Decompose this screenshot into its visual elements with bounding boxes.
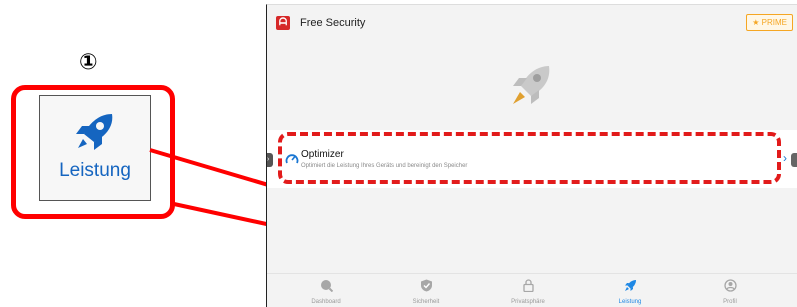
rocket-icon xyxy=(70,112,118,159)
title-bar: ᗩ Free Security ★ PRIME xyxy=(267,5,797,39)
optimizer-highlight-frame xyxy=(278,132,781,184)
hero-rocket-icon xyxy=(505,64,553,115)
nav-tab-dashboard[interactable]: Dashboard xyxy=(286,274,366,307)
nav-tab-leistung[interactable]: Leistung xyxy=(590,274,670,307)
rocket-icon xyxy=(624,279,637,297)
user-icon xyxy=(724,279,737,297)
magnifier-icon xyxy=(320,279,334,297)
nav-label: Dashboard xyxy=(311,299,341,305)
side-handle-right[interactable] xyxy=(791,153,797,167)
bottom-navigation: Dashboard Sicherheit Privatsphäre Leistu… xyxy=(267,273,797,307)
app-window: ᗩ Free Security ★ PRIME › Optimizer Opti… xyxy=(266,4,797,307)
callout-marker-1: ① xyxy=(79,50,98,75)
zoomed-tab-label: Leistung xyxy=(59,160,131,181)
prime-badge[interactable]: ★ PRIME xyxy=(746,14,793,31)
lock-icon xyxy=(522,279,535,297)
nav-label: Profil xyxy=(723,299,737,305)
side-handle-left[interactable]: › xyxy=(267,153,273,167)
nav-tab-sicherheit[interactable]: Sicherheit xyxy=(386,274,466,307)
app-logo: ᗩ xyxy=(276,16,290,30)
nav-tab-privatsphaere[interactable]: Privatsphäre xyxy=(488,274,568,307)
zoomed-leistung-tab: Leistung xyxy=(39,95,151,201)
nav-label: Privatsphäre xyxy=(511,299,545,305)
nav-tab-profil[interactable]: Profil xyxy=(690,274,770,307)
shield-check-icon xyxy=(420,279,433,297)
nav-label: Leistung xyxy=(618,299,642,305)
nav-label: Sicherheit xyxy=(412,299,440,305)
chevron-right-icon[interactable]: › xyxy=(783,151,787,165)
app-title: Free Security xyxy=(300,17,366,29)
